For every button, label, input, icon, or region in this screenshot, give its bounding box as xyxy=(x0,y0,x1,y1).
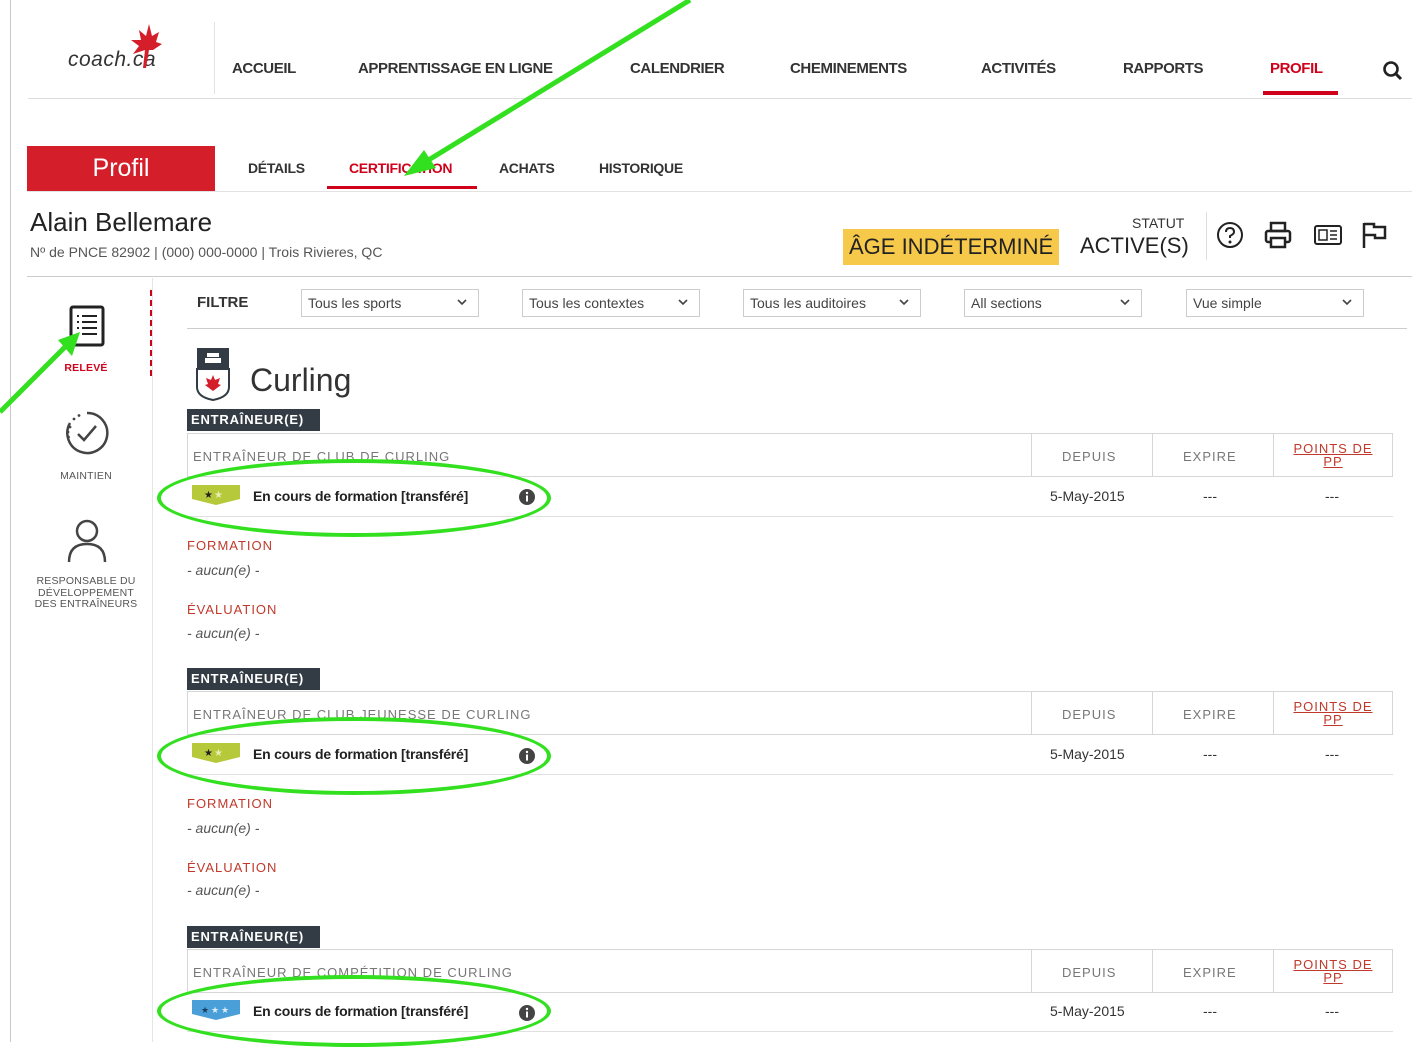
annotation-arrows xyxy=(0,0,692,414)
